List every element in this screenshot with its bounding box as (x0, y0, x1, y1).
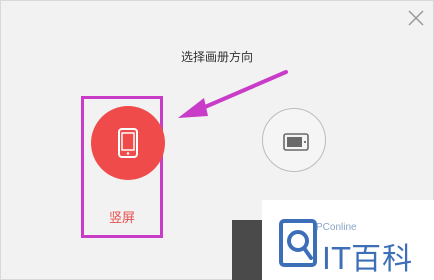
watermark-brand: IT百科 (322, 242, 414, 277)
landscape-option[interactable] (262, 108, 326, 172)
portrait-option[interactable]: 竖屏 (81, 96, 165, 238)
tablet-landscape-icon (283, 133, 309, 151)
tablet-portrait-icon (118, 128, 138, 158)
portrait-circle[interactable] (91, 106, 165, 180)
watermark-site: PConline (316, 222, 357, 233)
portrait-label: 竖屏 (108, 211, 135, 226)
dialog-title: 选择画册方向 (180, 50, 253, 64)
close-icon[interactable] (403, 5, 429, 31)
pconline-logo-icon (279, 219, 317, 267)
orientation-dialog: 选择画册方向 竖屏 PConline IT百科 (0, 0, 434, 280)
watermark: PConline IT百科 (262, 200, 434, 280)
